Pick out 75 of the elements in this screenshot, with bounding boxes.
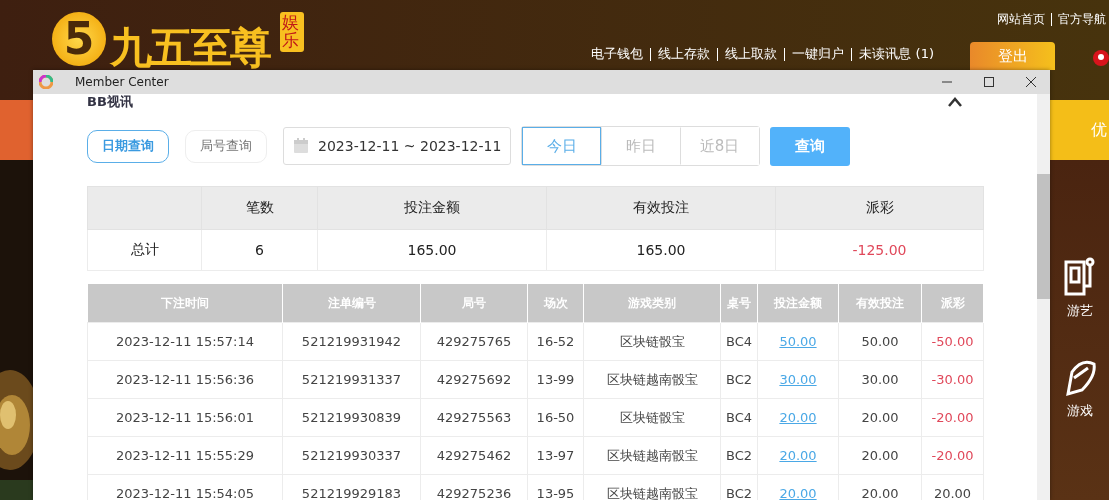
table-cell: 521219930839	[282, 398, 421, 437]
table-cell: 521219930337	[282, 436, 421, 475]
table-cell: 区块链越南骰宝	[583, 436, 721, 475]
table-cell: 429275765	[420, 322, 528, 361]
nav-link[interactable]: 未读讯息 (1)	[859, 45, 934, 63]
table-cell: 区块链骰宝	[583, 398, 721, 437]
side-label[interactable]: 游艺	[1066, 302, 1093, 320]
calendar-icon	[292, 137, 310, 155]
table-cell: -30.00	[921, 360, 984, 399]
table-cell: 16-52	[527, 322, 584, 361]
table-cell: 20.00	[838, 436, 922, 475]
top-link[interactable]: 官方导航	[1058, 11, 1106, 28]
window-title: Member Center	[75, 75, 169, 89]
nav-link[interactable]: 线上取款	[725, 45, 778, 63]
nav-link[interactable]: 一键归户	[792, 45, 845, 63]
table-cell: 2023-12-11 15:56:01	[87, 398, 283, 437]
date-range-field[interactable]: 2023-12-11 ~ 2023-12-11	[283, 127, 511, 165]
table-cell: 429275692	[420, 360, 528, 399]
table-cell: 6	[201, 229, 318, 271]
range-tab[interactable]: 今日	[522, 127, 601, 165]
table-cell: BC2	[720, 436, 758, 475]
bet-amount-link[interactable]: 50.00	[779, 334, 817, 349]
table-cell: 165.00	[546, 229, 776, 271]
promo-tab[interactable]: 优	[1050, 100, 1109, 160]
table-cell: 429275563	[420, 398, 528, 437]
nav-link[interactable]: 电子钱包	[591, 45, 644, 63]
scrollbar[interactable]	[1037, 94, 1050, 500]
table-cell: -50.00	[921, 322, 984, 361]
bet-amount-link[interactable]: 20.00	[779, 448, 817, 463]
table-cell: BC4	[720, 398, 758, 437]
bet-amount-link[interactable]: 20.00	[779, 410, 817, 425]
table-cell: 总计	[87, 229, 202, 271]
logout-button[interactable]: 登出	[970, 42, 1055, 70]
column-header: 笔数	[201, 186, 318, 230]
table-cell: -20.00	[921, 398, 984, 437]
table-cell: 16-50	[527, 398, 584, 437]
table-cell: 50.00	[838, 322, 922, 361]
flag-icon[interactable]	[1093, 50, 1109, 66]
nav-bar	[0, 100, 33, 160]
search-mode-tab[interactable]: 局号查询	[185, 129, 267, 163]
table-cell: BC2	[720, 360, 758, 399]
search-mode-tab[interactable]: 日期查询	[87, 129, 169, 163]
table-cell: 区块链越南骰宝	[583, 360, 721, 399]
column-header: 投注金额	[317, 186, 547, 230]
table-cell: 13-99	[527, 360, 584, 399]
table-cell: -125.00	[775, 229, 984, 271]
app-icon	[39, 75, 53, 89]
table-cell: 区块链骰宝	[583, 322, 721, 361]
table-cell: 13-97	[527, 436, 584, 475]
side-label[interactable]: 游戏	[1066, 402, 1093, 420]
column-header: 有效投注	[546, 186, 776, 230]
table-cell: -20.00	[921, 436, 984, 475]
table-cell: 429275462	[420, 436, 528, 475]
table-cell: BC4	[720, 322, 758, 361]
logo-mark: 5	[52, 12, 106, 66]
panel-heading: BB视讯	[87, 94, 134, 111]
table-cell: 165.00	[317, 229, 547, 271]
table-cell: 2023-12-11 15:55:29	[87, 436, 283, 475]
table-cell: 20.00	[838, 398, 922, 437]
query-button[interactable]: 查询	[770, 126, 850, 166]
maximize-icon[interactable]	[982, 75, 996, 89]
table-cell: 521219931337	[282, 360, 421, 399]
logo-text: 九五至尊	[110, 22, 270, 74]
table-cell: 30.00	[838, 360, 922, 399]
bet-amount-link[interactable]: 30.00	[779, 372, 817, 387]
range-tab[interactable]: 近8日	[680, 127, 759, 165]
top-link[interactable]: 网站首页	[997, 11, 1045, 28]
table-cell: 521219931942	[282, 322, 421, 361]
column-header: 派彩	[775, 186, 984, 230]
nav-link[interactable]: 线上存款	[658, 45, 711, 63]
table-cell: 2023-12-11 15:54:05	[87, 474, 283, 500]
table-cell: 2023-12-11 15:56:36	[87, 360, 283, 399]
logo-badge: 娱乐	[280, 12, 304, 52]
scrollbar-thumb[interactable]	[1037, 174, 1050, 299]
table-cell: 2023-12-11 15:57:14	[87, 322, 283, 361]
